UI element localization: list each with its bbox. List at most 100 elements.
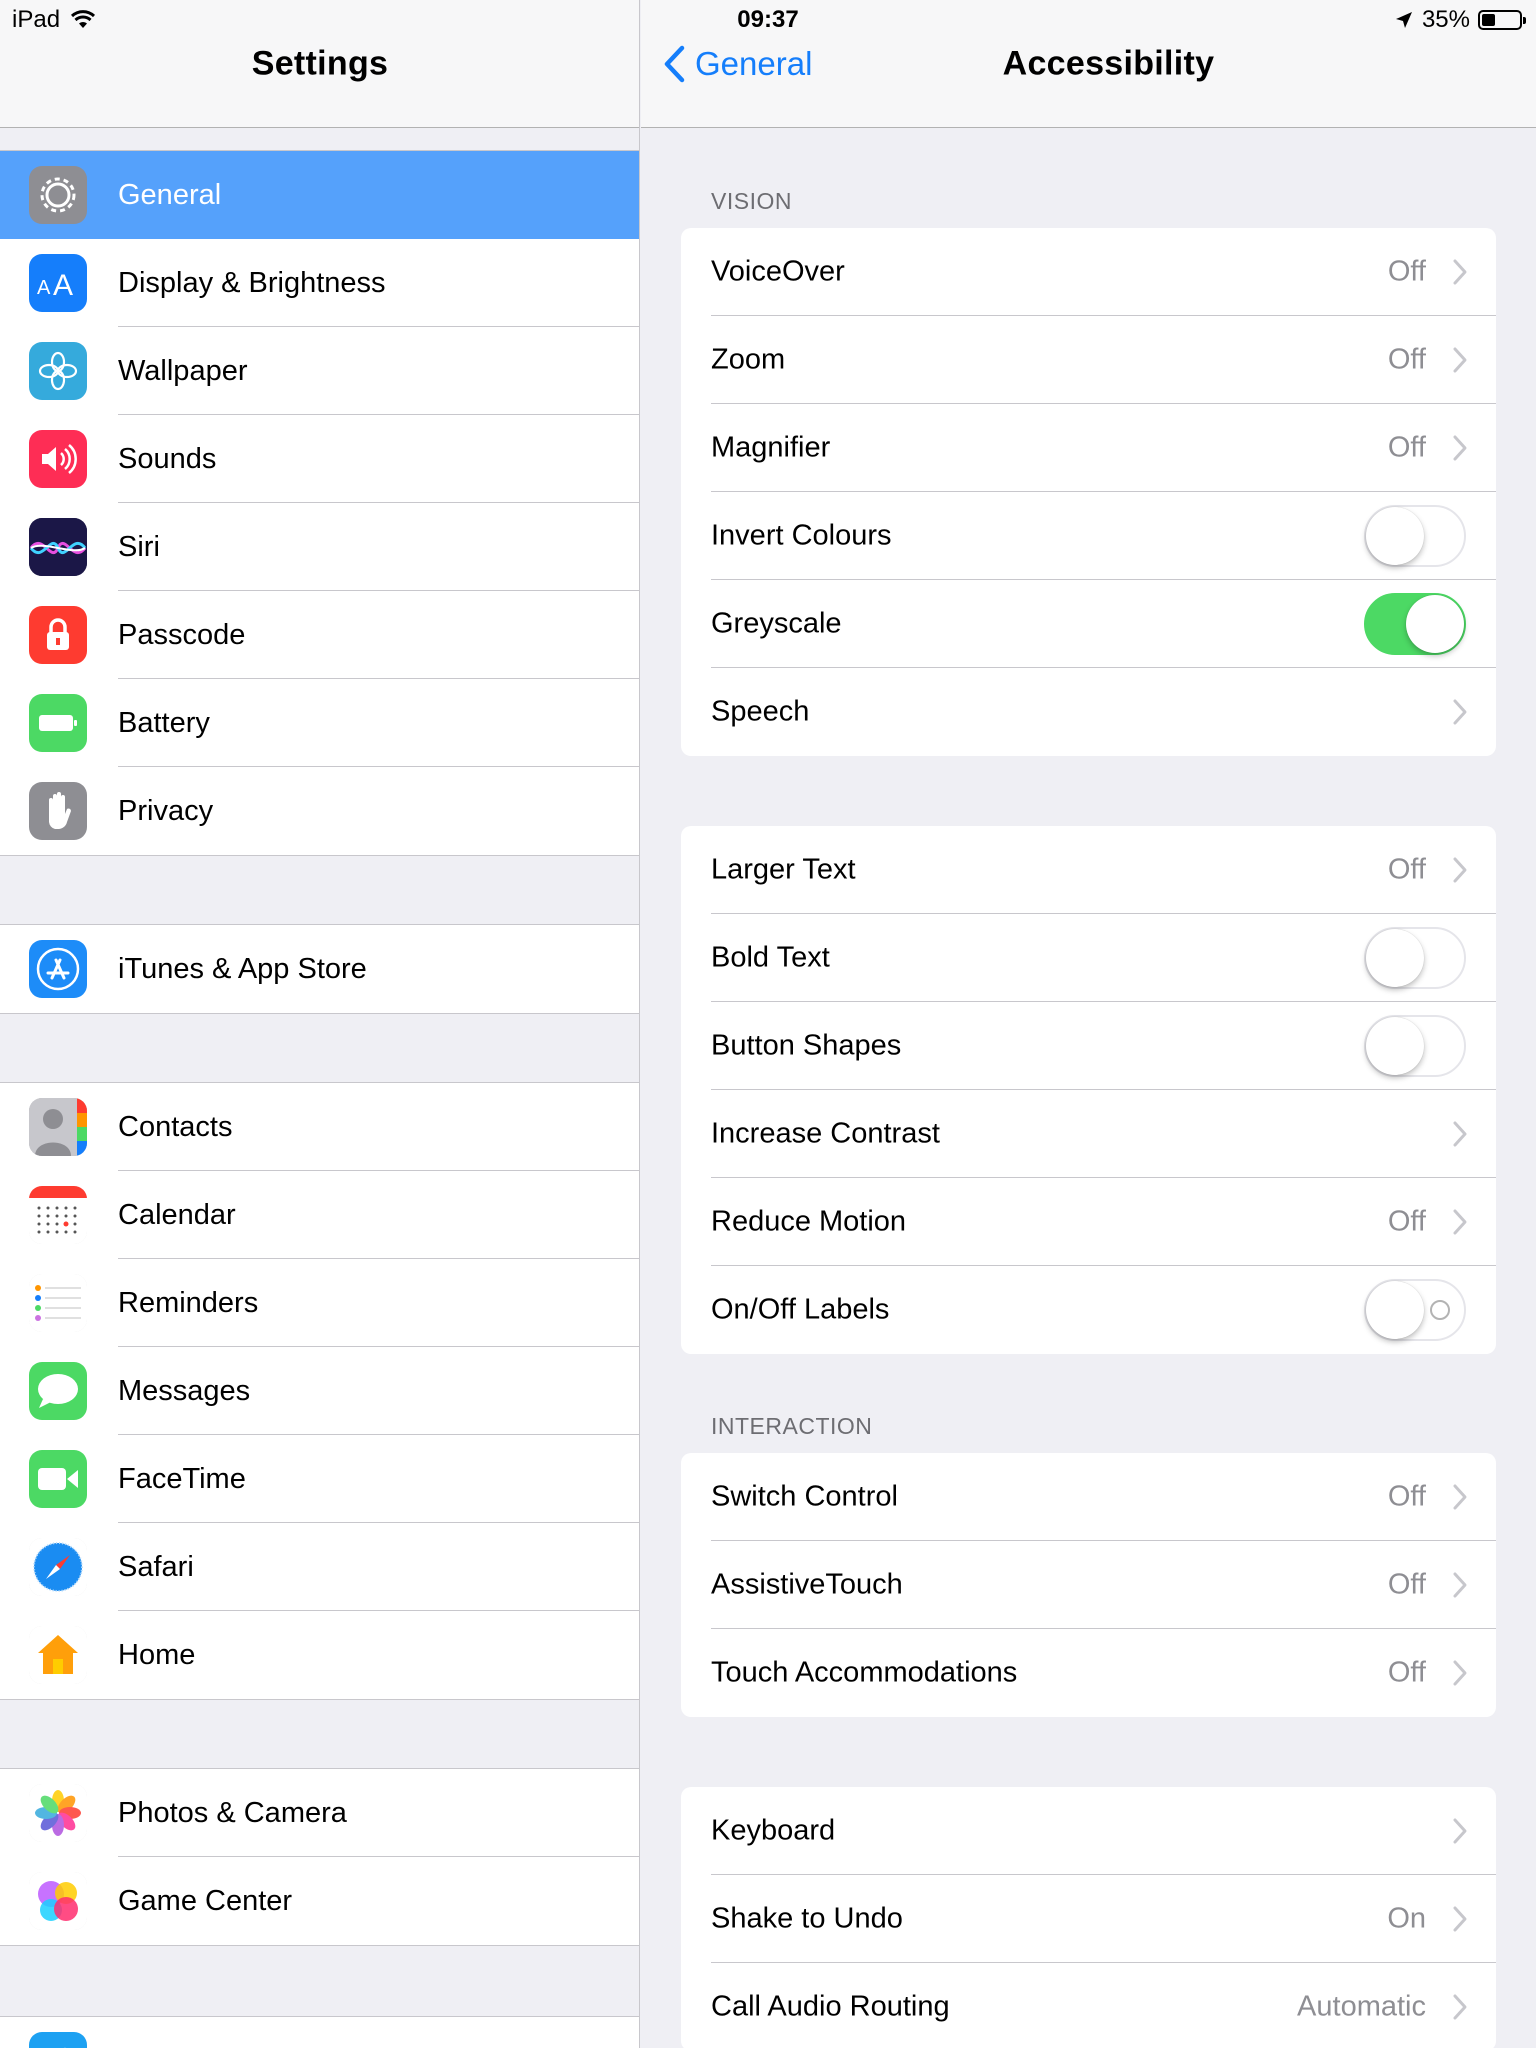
sidebar-item-label: General xyxy=(118,178,222,211)
row-label: AssistiveTouch xyxy=(711,1568,903,1601)
app-store-icon xyxy=(29,940,87,998)
row-larger-text[interactable]: Larger Text Off xyxy=(681,826,1496,914)
row-label: Keyboard xyxy=(711,1814,836,1847)
sidebar-item-0-0[interactable]: General xyxy=(0,151,639,239)
sidebar-item-3-1[interactable]: Game Center xyxy=(0,1857,639,1945)
row-invert-colours: Invert Colours xyxy=(681,492,1496,580)
sidebar-item-label: Photos & Camera xyxy=(118,1796,347,1829)
sidebar-item-0-1[interactable]: A A Display & Brightness xyxy=(0,239,639,327)
chevron-right-icon xyxy=(1453,699,1467,725)
sidebar-item-label: Passcode xyxy=(118,618,246,651)
row-value: Off xyxy=(1387,1480,1426,1513)
photos-icon xyxy=(29,1784,87,1842)
settings-group: iTunes & App Store xyxy=(0,924,639,1014)
battery-icon xyxy=(1478,10,1526,30)
chevron-right-icon xyxy=(1453,1660,1467,1686)
toggle-knob xyxy=(1366,1017,1424,1075)
sidebar-item-label: Reminders xyxy=(118,1286,259,1319)
row-on-off-labels: On/Off Labels xyxy=(681,1266,1496,1354)
chevron-right-icon xyxy=(1453,259,1467,285)
row-label: On/Off Labels xyxy=(711,1293,890,1326)
sidebar-item-2-1[interactable]: Calendar xyxy=(0,1171,639,1259)
row-label: Speech xyxy=(711,695,810,728)
row-label: Touch Accommodations xyxy=(711,1656,1018,1689)
house-icon xyxy=(29,1626,87,1684)
bold-text-toggle[interactable] xyxy=(1364,927,1466,989)
contacts-icon xyxy=(29,1098,87,1156)
sidebar-item-label: Messages xyxy=(118,1374,251,1407)
master-pane: Settings General A A Display & Brightness Wa… xyxy=(0,0,640,2048)
sidebar-item-label: Display & Brightness xyxy=(118,266,386,299)
chevron-right-icon xyxy=(1453,347,1467,373)
sidebar-item-0-4[interactable]: Siri xyxy=(0,503,639,591)
row-call-audio-routing[interactable]: Call Audio Routing Automatic xyxy=(681,1963,1496,2048)
sidebar-item-label: Wallpaper xyxy=(118,354,248,387)
sidebar-item-0-2[interactable]: Wallpaper xyxy=(0,327,639,415)
row-label: VoiceOver xyxy=(711,255,845,288)
row-value: Off xyxy=(1387,431,1426,464)
sidebar-item-2-6[interactable]: Home xyxy=(0,1611,639,1699)
siri-icon xyxy=(29,518,87,576)
toggle-knob xyxy=(1366,507,1424,565)
row-label: Button Shapes xyxy=(711,1029,902,1062)
invert-colours-toggle[interactable] xyxy=(1364,505,1466,567)
row-value: On xyxy=(1387,1902,1426,1935)
row-value: Off xyxy=(1387,255,1426,288)
row-touch-accommodations[interactable]: Touch Accommodations Off xyxy=(681,1629,1496,1717)
status-bar: iPad 09:37 35% xyxy=(0,0,1536,40)
row-zoom[interactable]: Zoom Off xyxy=(681,316,1496,404)
detail-pane: General Accessibility VISION VoiceOver Off… xyxy=(641,0,1536,2048)
page-title: Settings xyxy=(251,44,389,83)
sidebar-item-0-6[interactable]: Battery xyxy=(0,679,639,767)
row-keyboard[interactable]: Keyboard xyxy=(681,1787,1496,1875)
text-size-icon: AA xyxy=(29,254,87,312)
location-arrow-icon xyxy=(1395,12,1412,28)
sidebar-item-3-0[interactable]: Photos & Camera xyxy=(0,1769,639,1857)
sidebar-item-label: Game Center xyxy=(118,1884,293,1917)
row-reduce-motion[interactable]: Reduce Motion Off xyxy=(681,1178,1496,1266)
row-increase-contrast[interactable]: Increase Contrast xyxy=(681,1090,1496,1178)
chevron-right-icon xyxy=(1453,1121,1467,1147)
sidebar-item-2-3[interactable]: Messages xyxy=(0,1347,639,1435)
row-voiceover[interactable]: VoiceOver Off xyxy=(681,228,1496,316)
sidebar-item-2-2[interactable]: Reminders xyxy=(0,1259,639,1347)
section-header: VISION xyxy=(711,188,792,214)
on-off-labels-toggle[interactable] xyxy=(1364,1279,1466,1341)
sidebar-item-0-5[interactable]: Passcode xyxy=(0,591,639,679)
chevron-right-icon xyxy=(1453,435,1467,461)
chevron-right-icon xyxy=(1453,1994,1467,2020)
hand-icon xyxy=(29,782,87,840)
video-camera-icon xyxy=(29,1450,87,1508)
game-center-icon xyxy=(29,1872,87,1930)
row-label: Larger Text xyxy=(711,853,856,886)
row-label: Zoom xyxy=(711,343,786,376)
sidebar-item-0-3[interactable]: Sounds xyxy=(0,415,639,503)
sidebar-item-4-0[interactable] xyxy=(0,2017,639,2048)
greyscale-toggle[interactable] xyxy=(1364,593,1466,655)
sidebar-item-2-4[interactable]: FaceTime xyxy=(0,1435,639,1523)
row-shake-to-undo[interactable]: Shake to Undo On xyxy=(681,1875,1496,1963)
button-shapes-toggle[interactable] xyxy=(1364,1015,1466,1077)
toggle-knob xyxy=(1406,595,1464,653)
row-speech[interactable]: Speech xyxy=(681,668,1496,756)
speaker-icon xyxy=(29,430,87,488)
sidebar-item-label: Siri xyxy=(118,530,160,563)
row-switch-control[interactable]: Switch Control Off xyxy=(681,1453,1496,1541)
row-label: Increase Contrast xyxy=(711,1117,940,1150)
sidebar-item-0-7[interactable]: Privacy xyxy=(0,767,639,855)
off-label-ring xyxy=(1430,1300,1450,1320)
sidebar-item-2-0[interactable]: Contacts xyxy=(0,1083,639,1171)
toggle-knob xyxy=(1366,929,1424,987)
chevron-right-icon xyxy=(1453,1818,1467,1844)
sidebar-item-label: Home xyxy=(118,1638,196,1671)
sidebar-item-2-5[interactable]: Safari xyxy=(0,1523,639,1611)
row-value: Off xyxy=(1387,1656,1426,1689)
row-assistivetouch[interactable]: AssistiveTouch Off xyxy=(681,1541,1496,1629)
chevron-right-icon xyxy=(1453,1484,1467,1510)
sidebar-item-1-0[interactable]: iTunes & App Store xyxy=(0,925,639,1013)
settings-group: General A A Display & Brightness Wallpaper So… xyxy=(0,150,639,856)
row-magnifier[interactable]: Magnifier Off xyxy=(681,404,1496,492)
row-bold-text: Bold Text xyxy=(681,914,1496,1002)
reminders-icon xyxy=(29,1274,87,1332)
row-value: Off xyxy=(1387,853,1426,886)
